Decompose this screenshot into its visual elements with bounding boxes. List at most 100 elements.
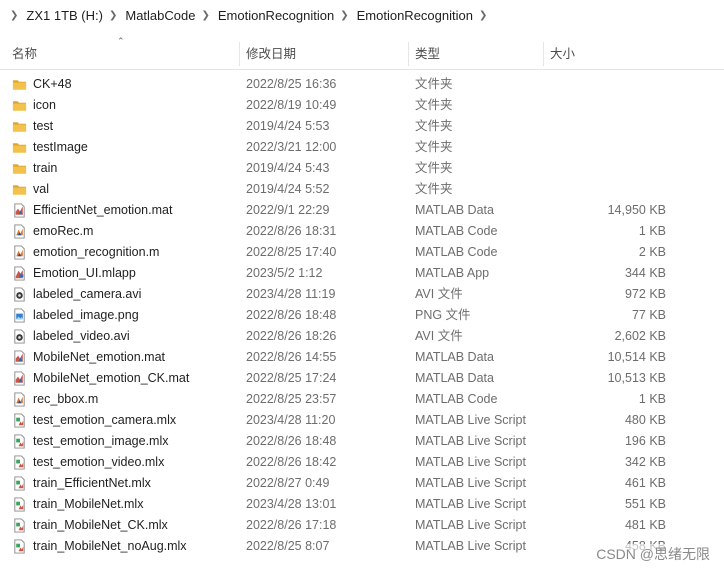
mlx-file-icon bbox=[12, 455, 27, 470]
file-date: 2022/8/25 16:36 bbox=[246, 77, 337, 91]
file-row[interactable]: train 2019/4/24 5:43 文件夹 bbox=[0, 158, 724, 179]
file-type: MATLAB App bbox=[415, 266, 490, 280]
mlx-file-icon bbox=[12, 413, 27, 428]
column-header-row: ⌃ 名称 修改日期 类型 大小 bbox=[0, 36, 724, 70]
file-type: 文件夹 bbox=[415, 182, 453, 196]
file-row[interactable]: test_emotion_camera.mlx 2023/4/28 11:20 MA… bbox=[0, 410, 724, 431]
file-row[interactable]: labeled_video.avi 2022/8/26 18:26 AVI 文件 2,… bbox=[0, 326, 724, 347]
m-file-icon bbox=[12, 224, 27, 239]
mat-file-icon bbox=[12, 203, 27, 218]
chevron-right-icon[interactable]: ❯ bbox=[109, 10, 117, 21]
file-type: AVI 文件 bbox=[415, 329, 463, 343]
file-row[interactable]: val 2019/4/24 5:52 文件夹 bbox=[0, 179, 724, 200]
file-row[interactable]: test_emotion_video.mlx 2022/8/26 18:42 MAT… bbox=[0, 452, 724, 473]
folder-icon bbox=[12, 161, 27, 176]
file-name: icon bbox=[33, 98, 56, 112]
file-date: 2022/8/26 18:31 bbox=[246, 224, 337, 238]
file-size: 461 KB bbox=[624, 476, 666, 490]
file-row[interactable]: CK+48 2022/8/25 16:36 文件夹 bbox=[0, 74, 724, 95]
file-date: 2022/8/26 18:26 bbox=[246, 329, 337, 343]
file-type: MATLAB Live Script bbox=[415, 455, 526, 469]
chevron-right-icon[interactable]: ❯ bbox=[340, 10, 348, 21]
file-date: 2022/8/25 17:24 bbox=[246, 371, 337, 385]
file-name: labeled_camera.avi bbox=[33, 287, 142, 301]
file-name: CK+48 bbox=[33, 77, 72, 91]
file-size: 10,514 KB bbox=[607, 350, 666, 364]
breadcrumb-current-folder[interactable]: EmotionRecognition bbox=[357, 8, 473, 23]
file-date: 2022/8/26 14:55 bbox=[246, 350, 337, 364]
file-name: testImage bbox=[33, 140, 88, 154]
file-type: MATLAB Live Script bbox=[415, 413, 526, 427]
file-date: 2023/4/28 11:19 bbox=[246, 287, 336, 301]
file-name: test_emotion_image.mlx bbox=[33, 434, 169, 448]
column-header-size[interactable]: 大小 bbox=[544, 38, 724, 69]
file-size: 2 KB bbox=[638, 245, 666, 259]
video-file-icon bbox=[12, 287, 27, 302]
file-type: PNG 文件 bbox=[415, 308, 471, 322]
file-row[interactable]: MobileNet_emotion.mat 2022/8/26 14:55 MATL… bbox=[0, 347, 724, 368]
file-name: MobileNet_emotion.mat bbox=[33, 350, 166, 364]
file-date: 2022/8/25 8:07 bbox=[246, 539, 330, 553]
file-date: 2022/8/26 17:18 bbox=[246, 518, 337, 532]
file-type: 文件夹 bbox=[415, 140, 453, 154]
file-row[interactable]: MobileNet_emotion_CK.mat 2022/8/25 17:24 M… bbox=[0, 368, 724, 389]
file-date: 2022/8/26 18:48 bbox=[246, 308, 337, 322]
file-size: 2,602 KB bbox=[614, 329, 666, 343]
mlapp-file-icon bbox=[12, 266, 27, 281]
file-type: MATLAB Data bbox=[415, 203, 494, 217]
file-type: MATLAB Data bbox=[415, 371, 494, 385]
column-header-type[interactable]: 类型 bbox=[409, 38, 543, 69]
chevron-right-icon[interactable]: ❯ bbox=[479, 10, 487, 21]
file-name: Emotion_UI.mlapp bbox=[33, 266, 136, 280]
file-row[interactable]: emotion_recognition.m 2022/8/25 17:40 MATL… bbox=[0, 242, 724, 263]
file-row[interactable]: rec_bbox.m 2022/8/25 23:57 MATLAB Code 1 KB bbox=[0, 389, 724, 410]
file-date: 2022/8/25 23:57 bbox=[246, 392, 337, 406]
file-date: 2022/8/19 10:49 bbox=[246, 98, 337, 112]
file-size: 481 KB bbox=[624, 518, 666, 532]
file-type: 文件夹 bbox=[415, 98, 453, 112]
file-type: MATLAB Data bbox=[415, 350, 494, 364]
column-header-name[interactable]: 名称 bbox=[6, 38, 240, 69]
file-type: 文件夹 bbox=[415, 77, 453, 91]
file-row[interactable]: testImage 2022/3/21 12:00 文件夹 bbox=[0, 137, 724, 158]
file-date: 2022/8/26 18:48 bbox=[246, 434, 337, 448]
chevron-right-icon[interactable]: ❯ bbox=[201, 10, 209, 21]
file-type: MATLAB Code bbox=[415, 392, 498, 406]
file-row[interactable]: train_MobileNet.mlx 2023/4/28 13:01 MATLAB… bbox=[0, 494, 724, 515]
file-name: train_EfficientNet.mlx bbox=[33, 476, 151, 490]
file-size: 77 KB bbox=[631, 308, 666, 322]
file-name: test_emotion_camera.mlx bbox=[33, 413, 177, 427]
file-size: 10,513 KB bbox=[607, 371, 666, 385]
file-name: val bbox=[33, 182, 49, 196]
file-date: 2022/3/21 12:00 bbox=[246, 140, 337, 154]
file-size: 342 KB bbox=[624, 455, 666, 469]
column-header-date[interactable]: 修改日期 bbox=[240, 38, 408, 69]
breadcrumb: ❯ ZX1 1TB (H:) ❯ MatlabCode ❯ EmotionRec… bbox=[0, 0, 724, 30]
file-type: 文件夹 bbox=[415, 119, 453, 133]
folder-icon bbox=[12, 140, 27, 155]
file-name: train_MobileNet_CK.mlx bbox=[33, 518, 168, 532]
chevron-right-icon[interactable]: ❯ bbox=[10, 10, 18, 21]
file-row[interactable]: train_EfficientNet.mlx 2022/8/27 0:49 MATL… bbox=[0, 473, 724, 494]
breadcrumb-drive[interactable]: ZX1 1TB (H:) bbox=[26, 8, 103, 23]
file-row[interactable]: test_emotion_image.mlx 2022/8/26 18:48 MAT… bbox=[0, 431, 724, 452]
file-name: EfficientNet_emotion.mat bbox=[33, 203, 173, 217]
file-row[interactable]: Emotion_UI.mlapp 2023/5/2 1:12 MATLAB App 3… bbox=[0, 263, 724, 284]
breadcrumb-matlabcode[interactable]: MatlabCode bbox=[125, 8, 195, 23]
file-date: 2019/4/24 5:43 bbox=[246, 161, 330, 175]
file-size: 344 KB bbox=[624, 266, 666, 280]
breadcrumb-emotionrecognition[interactable]: EmotionRecognition bbox=[218, 8, 334, 23]
file-date: 2022/8/26 18:42 bbox=[246, 455, 337, 469]
file-row[interactable]: test 2019/4/24 5:53 文件夹 bbox=[0, 116, 724, 137]
file-date: 2022/8/25 17:40 bbox=[246, 245, 337, 259]
file-date: 2022/9/1 22:29 bbox=[246, 203, 330, 217]
file-row[interactable]: train_MobileNet_CK.mlx 2022/8/26 17:18 MAT… bbox=[0, 515, 724, 536]
file-name: labeled_image.png bbox=[33, 308, 139, 322]
file-row[interactable]: EfficientNet_emotion.mat 2022/9/1 22:29 MA… bbox=[0, 200, 724, 221]
file-row[interactable]: labeled_camera.avi 2023/4/28 11:19 AVI 文件 9… bbox=[0, 284, 724, 305]
file-row[interactable]: emoRec.m 2022/8/26 18:31 MATLAB Code 1 KB bbox=[0, 221, 724, 242]
file-row[interactable]: labeled_image.png 2022/8/26 18:48 PNG 文件 77… bbox=[0, 305, 724, 326]
file-list: CK+48 2022/8/25 16:36 文件夹 icon 2022/8/19 10:… bbox=[0, 74, 724, 557]
folder-icon bbox=[12, 77, 27, 92]
file-row[interactable]: icon 2022/8/19 10:49 文件夹 bbox=[0, 95, 724, 116]
